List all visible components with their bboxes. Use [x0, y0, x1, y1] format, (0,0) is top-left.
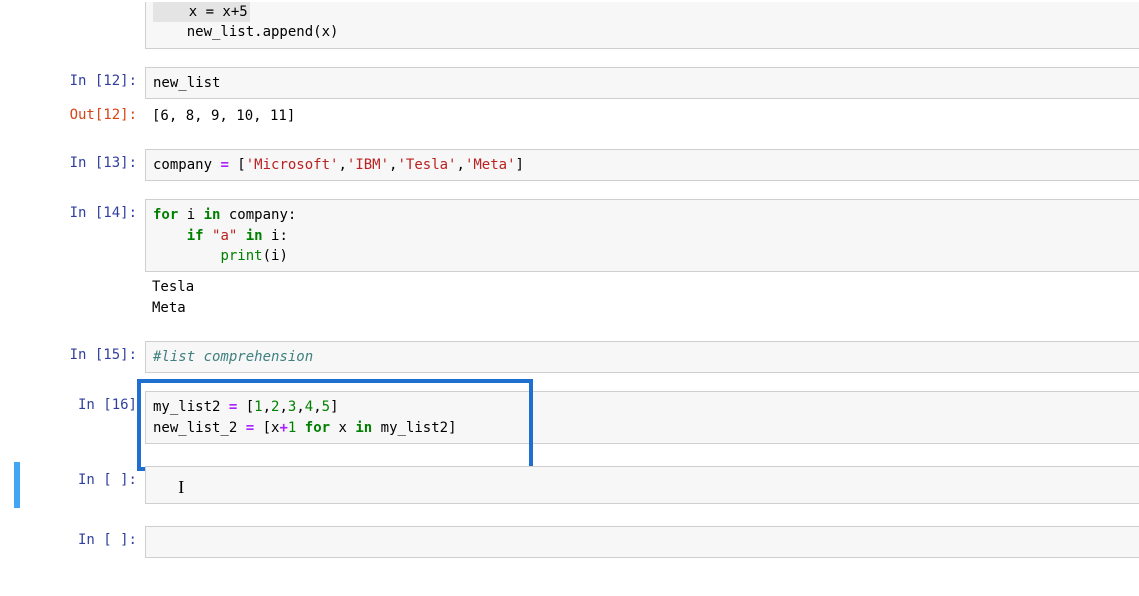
- code-input[interactable]: x = x+5 new_list.append(x): [145, 2, 1139, 49]
- string-literal: 'Microsoft': [246, 157, 339, 173]
- op-equals: =: [246, 420, 254, 436]
- op-equals: =: [220, 157, 228, 173]
- prompt-in: In [13]:: [0, 149, 145, 171]
- string-literal: 'IBM': [347, 157, 389, 173]
- code-text: ]: [330, 399, 338, 415]
- output-line: Meta: [152, 300, 186, 316]
- keyword-in: in: [355, 420, 372, 436]
- keyword-for: for: [305, 420, 330, 436]
- cell-12-out: Out[12]: [6, 8, 9, 10, 11]: [0, 101, 1139, 131]
- code-text: ,: [313, 399, 321, 415]
- code-text: [: [237, 399, 254, 415]
- code-input[interactable]: my_list2 = [1,2,3,4,5] new_list_2 = [x+1…: [145, 391, 1139, 444]
- prompt-in: In [15]:: [0, 341, 145, 363]
- code-text: [204, 228, 212, 244]
- code-text: company: [153, 157, 220, 173]
- code-input[interactable]: [145, 526, 1139, 558]
- code-text: x = x+5: [155, 4, 248, 20]
- code-text: new_list: [153, 75, 220, 91]
- code-text: [237, 228, 245, 244]
- code-text: company:: [220, 207, 296, 223]
- code-text: x: [330, 420, 355, 436]
- code-text: my_list2]: [372, 420, 456, 436]
- code-text: (i): [263, 248, 288, 264]
- code-input[interactable]: #list comprehension: [145, 341, 1139, 373]
- code-text: [153, 248, 220, 264]
- cell-13: In [13]: company = ['Microsoft','IBM','T…: [0, 149, 1139, 181]
- code-text: [: [229, 157, 246, 173]
- code-input[interactable]: I: [145, 466, 1139, 504]
- cell-empty-2: In [ ]:: [0, 526, 1139, 558]
- number-literal: 5: [322, 399, 330, 415]
- code-text: [153, 228, 187, 244]
- string-literal: 'Tesla': [397, 157, 456, 173]
- cell-15: In [15]: #list comprehension: [0, 341, 1139, 373]
- code-text: i:: [263, 228, 288, 244]
- number-literal: 1: [254, 399, 262, 415]
- cell-16: In [16] my_list2 = [1,2,3,4,5] new_list_…: [0, 391, 1139, 444]
- cell-empty-selected[interactable]: In [ ]: I: [0, 462, 1139, 508]
- code-text: my_list2: [153, 399, 229, 415]
- prompt-out: Out[12]:: [0, 101, 145, 123]
- code-text: [x: [254, 420, 279, 436]
- op-plus: +: [279, 420, 287, 436]
- prompt-in: In [16]: [0, 391, 145, 413]
- code-input[interactable]: new_list: [145, 67, 1139, 99]
- code-text: ,: [457, 157, 465, 173]
- code-text: ,: [263, 399, 271, 415]
- cell-14: In [14]: for i in company: if "a" in i: …: [0, 199, 1139, 322]
- selection-bar-icon: [14, 462, 20, 508]
- prompt-in: In [ ]:: [0, 526, 145, 548]
- code-text: ,: [296, 399, 304, 415]
- comment-text: #list comprehension: [153, 349, 313, 365]
- prompt-in: In [12]:: [0, 67, 145, 89]
- prompt-area: [0, 2, 145, 8]
- code-text: [296, 420, 304, 436]
- output-text: Tesla Meta: [145, 272, 1139, 323]
- number-literal: 4: [305, 399, 313, 415]
- code-text: new_list_2: [153, 420, 246, 436]
- keyword-for: for: [153, 207, 178, 223]
- cell-partial-top: x = x+5 new_list.append(x): [0, 2, 1139, 49]
- code-text: i: [178, 207, 203, 223]
- cell-12-in: In [12]: new_list: [0, 67, 1139, 99]
- notebook: x = x+5 new_list.append(x) In [12]: new_…: [0, 2, 1139, 558]
- string-literal: "a": [212, 228, 237, 244]
- code-text: new_list.append(x): [153, 24, 338, 40]
- keyword-if: if: [187, 228, 204, 244]
- text-cursor-icon: I: [178, 477, 184, 497]
- prompt-in: In [ ]:: [0, 466, 145, 488]
- string-literal: 'Meta': [465, 157, 516, 173]
- output-text: [6, 8, 9, 10, 11]: [145, 101, 1139, 131]
- output-line: Tesla: [152, 279, 194, 295]
- code-text: ,: [338, 157, 346, 173]
- code-input[interactable]: for i in company: if "a" in i: print(i): [145, 199, 1139, 272]
- keyword-in: in: [204, 207, 221, 223]
- keyword-in: in: [246, 228, 263, 244]
- builtin-print: print: [220, 248, 262, 264]
- prompt-in: In [14]:: [0, 199, 145, 221]
- code-text: ,: [279, 399, 287, 415]
- code-input[interactable]: company = ['Microsoft','IBM','Tesla','Me…: [145, 149, 1139, 181]
- code-text: ]: [516, 157, 524, 173]
